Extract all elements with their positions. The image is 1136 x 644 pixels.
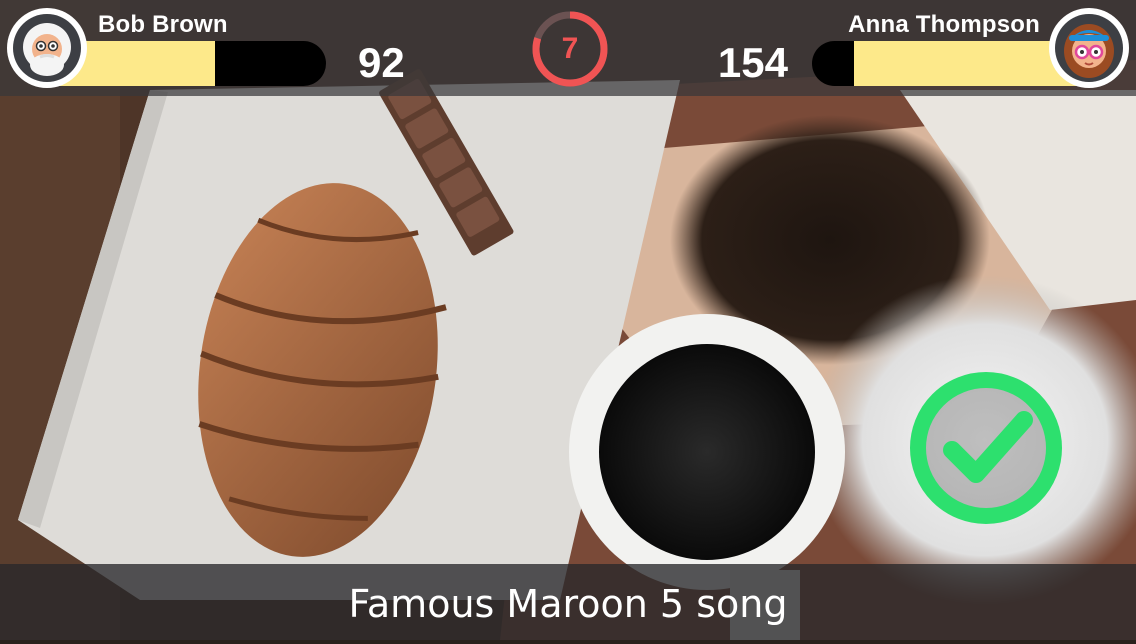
- countdown-timer: 7: [528, 7, 612, 91]
- green-checkmark-icon: [906, 368, 1066, 533]
- question-text: Famous Maroon 5 song: [348, 582, 788, 626]
- right-player-name: Anna Thompson: [848, 11, 1040, 38]
- right-player-score: 154: [717, 39, 788, 86]
- left-player-progress-bar: [48, 41, 326, 86]
- background-photo: [0, 0, 1136, 640]
- girl-with-glasses-avatar-icon: [1049, 8, 1129, 88]
- countdown-timer-value: 7: [561, 32, 579, 65]
- left-player-name: Bob Brown: [98, 11, 228, 38]
- left-player-score: 92: [358, 39, 405, 86]
- old-man-avatar-icon: [7, 8, 87, 88]
